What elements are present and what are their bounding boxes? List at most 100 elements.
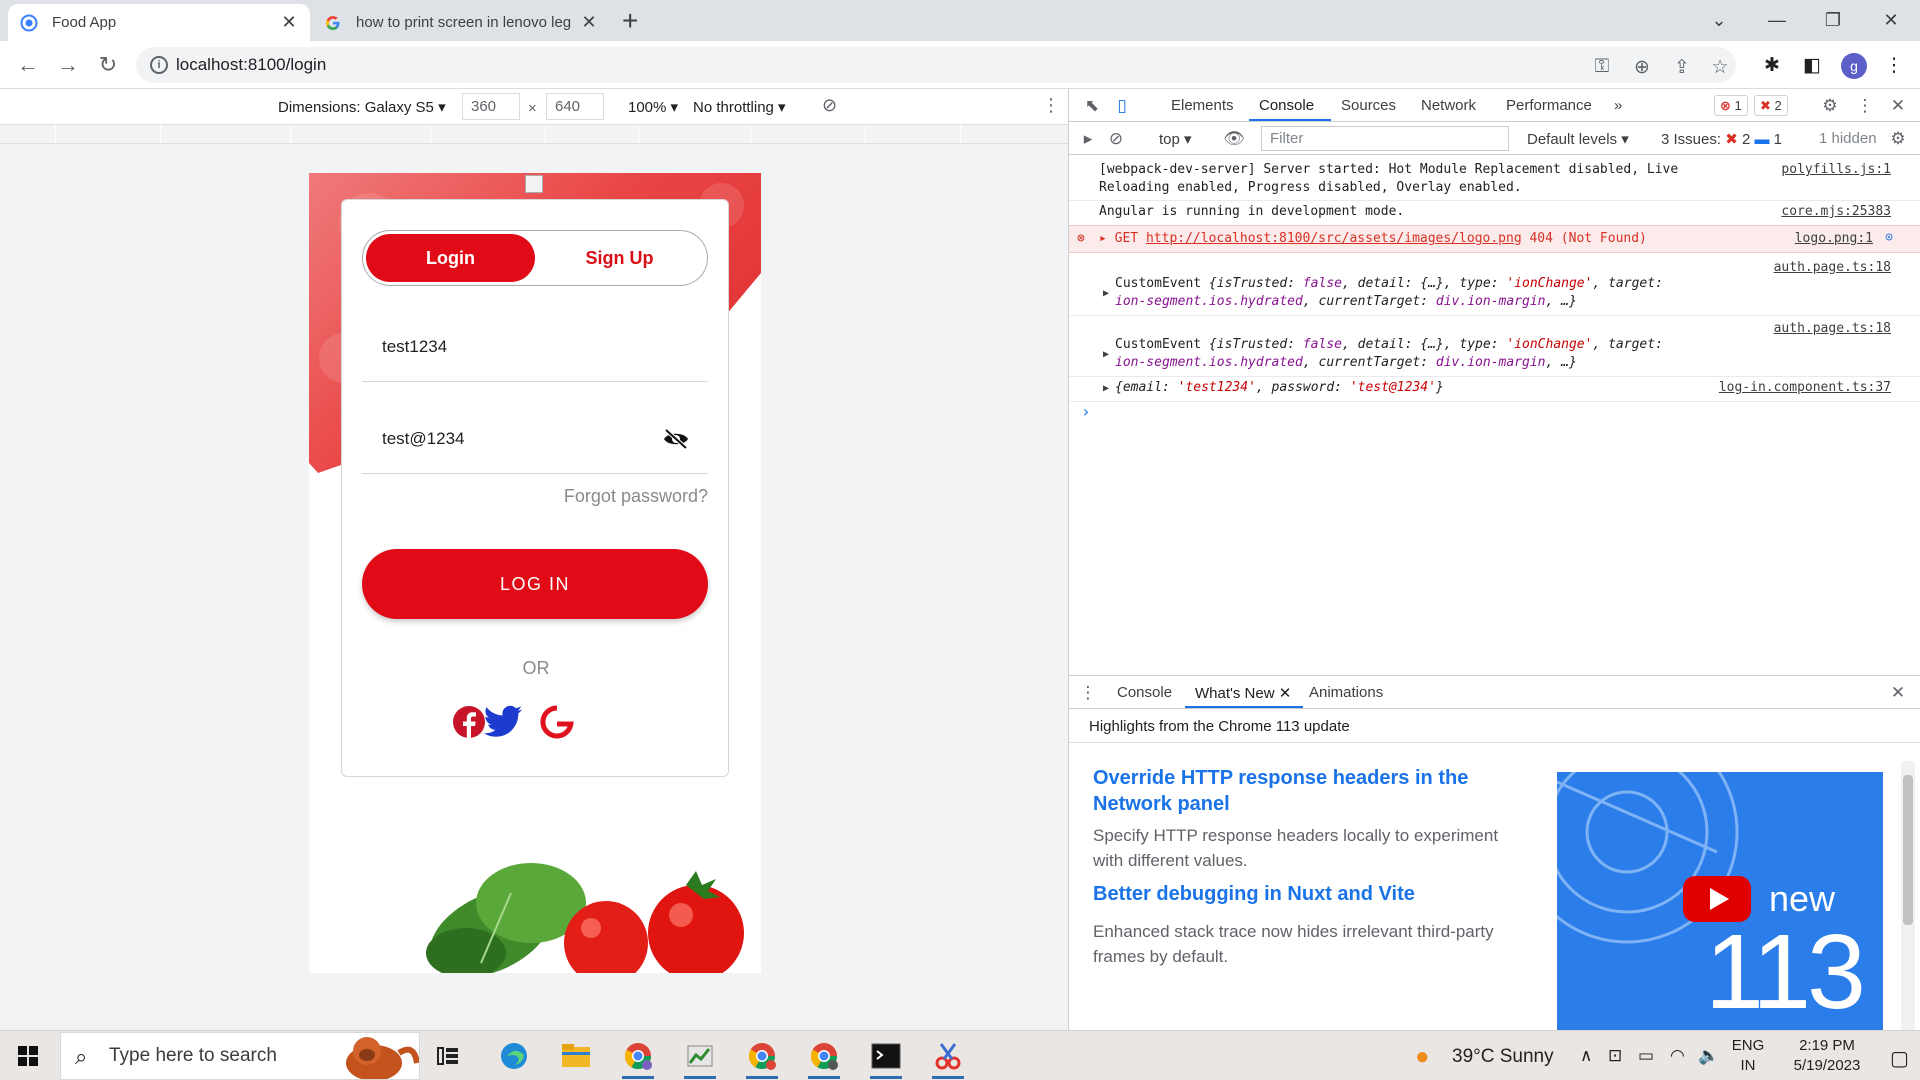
drawer-menu-icon[interactable]: ⋮ — [1077, 682, 1099, 704]
meet-now-icon[interactable]: ⊡ — [1608, 1046, 1622, 1066]
console-source-link[interactable]: polyfills.js:1 — [1781, 162, 1891, 177]
sidebar-toggle-icon[interactable]: ▸ — [1077, 128, 1099, 150]
console-source-link[interactable]: auth.page.ts:18 — [1774, 321, 1891, 336]
browser-menu-icon[interactable]: ⋮ — [1880, 51, 1908, 79]
terminal-icon[interactable] — [866, 1039, 906, 1079]
battery-icon[interactable]: ▭ — [1638, 1046, 1654, 1066]
console-source-link[interactable]: auth.page.ts:18 — [1774, 260, 1891, 275]
close-tab-icon[interactable]: ✕ — [580, 12, 598, 33]
minimize-icon[interactable]: — — [1754, 2, 1800, 38]
device-width-input[interactable]: 360 — [462, 93, 520, 120]
notifications-icon[interactable]: ▢ — [1890, 1046, 1909, 1071]
tab-search-chevron-icon[interactable]: ⌄ — [1696, 2, 1742, 38]
network-request-icon[interactable]: ⊙ — [1885, 230, 1893, 245]
console-source-link[interactable]: log-in.component.ts:37 — [1719, 380, 1891, 395]
issues-button[interactable]: 3 Issues: ✖ 2 ▬ 1 — [1661, 130, 1782, 148]
clock-date[interactable]: 5/19/2023 — [1782, 1057, 1872, 1074]
close-window-icon[interactable]: ✕ — [1868, 2, 1914, 38]
extensions-icon[interactable]: ✱ — [1758, 51, 1786, 79]
chrome-alt-profile-icon[interactable] — [804, 1039, 844, 1079]
side-panel-icon[interactable]: ◧ — [1798, 51, 1826, 79]
app-with-chart-icon[interactable] — [680, 1039, 720, 1079]
tab-sources[interactable]: Sources — [1341, 97, 1396, 114]
throttling-select[interactable]: No throttling ▾ — [693, 98, 786, 116]
taskbar-search-box[interactable]: ⌕ Type here to search — [60, 1032, 420, 1080]
expand-triangle-icon[interactable]: ▶ — [1103, 383, 1109, 394]
device-toggle-icon[interactable]: ▯ — [1111, 95, 1133, 117]
console-error-row[interactable]: ⊗ ▸ GET http://localhost:8100/src/assets… — [1069, 225, 1920, 253]
username-field[interactable]: test1234 — [362, 312, 708, 382]
snipping-tool-icon[interactable] — [928, 1039, 968, 1079]
forward-icon[interactable]: → — [52, 49, 84, 81]
clear-console-icon[interactable]: ⊘ — [1105, 128, 1127, 150]
close-tab-icon[interactable]: ✕ — [280, 12, 298, 33]
console-line[interactable]: CustomEvent {isTrusted: false, detail: {… — [1115, 336, 1663, 354]
log-in-button[interactable]: LOG IN — [362, 549, 708, 619]
context-select[interactable]: top ▾ — [1159, 130, 1192, 148]
auth-segment[interactable]: Login Sign Up — [362, 230, 708, 286]
console-source-link[interactable]: logo.png:1 — [1795, 231, 1873, 246]
site-info-icon[interactable]: i — [150, 56, 168, 74]
expand-triangle-icon[interactable]: ▶ — [1103, 288, 1109, 299]
facebook-icon[interactable] — [452, 705, 486, 739]
chrome-profile-icon[interactable] — [618, 1039, 658, 1079]
console-settings-icon[interactable]: ⚙ — [1887, 128, 1909, 150]
tab-elements[interactable]: Elements — [1171, 97, 1234, 114]
new-tab-button[interactable]: + — [622, 6, 638, 36]
tab-search[interactable]: how to print screen in lenovo leg ✕ — [312, 4, 610, 41]
back-icon[interactable]: ← — [12, 49, 44, 81]
forgot-password-link[interactable]: Forgot password? — [564, 486, 708, 507]
zoom-icon[interactable]: ⊕ — [1630, 55, 1654, 79]
segment-login[interactable]: Login — [366, 234, 535, 282]
issue-count-badge[interactable]: ✖ 2 — [1754, 95, 1788, 116]
chrome-113-video-thumbnail[interactable]: new 113 — [1557, 772, 1883, 1032]
bookmark-star-icon[interactable]: ☆ — [1708, 55, 1732, 79]
expand-triangle-icon[interactable]: ▶ — [1103, 349, 1109, 360]
tab-food-app[interactable]: Food App ✕ — [8, 4, 310, 41]
edge-icon[interactable] — [494, 1039, 534, 1073]
console-line[interactable]: CustomEvent {isTrusted: false, detail: {… — [1115, 275, 1663, 293]
console-line[interactable]: {email: 'test1234', password: 'test@1234… — [1115, 379, 1444, 397]
console-filter-input[interactable]: Filter — [1261, 126, 1509, 151]
zoom-select[interactable]: 100% ▾ — [628, 98, 678, 116]
device-dimensions-select[interactable]: Dimensions: Galaxy S5 ▾ — [278, 98, 446, 116]
more-tabs-icon[interactable]: » — [1614, 97, 1622, 114]
language-top[interactable]: ENG — [1730, 1037, 1766, 1054]
tab-network[interactable]: Network — [1421, 97, 1476, 114]
google-icon[interactable] — [540, 705, 574, 739]
chrome-icon[interactable] — [742, 1039, 782, 1079]
error-count-badge[interactable]: ⊗ 1 — [1714, 95, 1748, 116]
rotate-icon[interactable]: ⊘ — [822, 95, 837, 116]
profile-avatar[interactable]: g — [1841, 53, 1867, 79]
show-hidden-icons-icon[interactable]: ∧ — [1580, 1046, 1592, 1066]
tab-console[interactable]: Console — [1259, 97, 1314, 114]
wifi-icon[interactable]: ◠ — [1670, 1046, 1685, 1066]
address-bar[interactable]: i localhost:8100/login ⚿ ⊕ ⇪ ☆ — [136, 47, 1736, 83]
close-devtools-icon[interactable]: ✕ — [1887, 95, 1909, 117]
drawer-tab-whats-new[interactable]: What's New ✕ — [1195, 684, 1291, 702]
windows-start-icon[interactable] — [18, 1046, 38, 1066]
twitter-icon[interactable] — [484, 705, 524, 739]
weather-text[interactable]: 39°C Sunny — [1452, 1046, 1554, 1068]
console-prompt[interactable]: › — [1081, 403, 1091, 421]
device-more-icon[interactable]: ⋮ — [1042, 95, 1060, 116]
reload-icon[interactable]: ↻ — [92, 49, 124, 81]
error-url-link[interactable]: http://localhost:8100/src/assets/images/… — [1146, 231, 1522, 246]
volume-icon[interactable]: 🔈 — [1698, 1046, 1719, 1066]
tab-performance[interactable]: Performance — [1506, 97, 1592, 114]
segment-signup[interactable]: Sign Up — [535, 234, 704, 282]
live-expression-eye-icon[interactable]: 👁 — [1223, 128, 1245, 150]
drawer-tab-animations[interactable]: Animations — [1309, 684, 1383, 701]
devtools-settings-icon[interactable]: ⚙ — [1819, 95, 1841, 117]
file-explorer-icon[interactable] — [556, 1039, 596, 1073]
close-drawer-icon[interactable]: ✕ — [1887, 682, 1909, 704]
password-field[interactable]: test@1234 — [362, 404, 708, 474]
task-view-icon[interactable] — [428, 1039, 468, 1073]
eye-off-icon[interactable] — [662, 428, 690, 450]
inspect-element-icon[interactable]: ⬉ — [1081, 95, 1103, 117]
device-height-input[interactable]: 640 — [546, 93, 604, 120]
clock-time[interactable]: 2:19 PM — [1782, 1037, 1872, 1054]
close-drawer-tab-icon[interactable]: ✕ — [1279, 685, 1292, 702]
drawer-scrollbar[interactable] — [1901, 761, 1915, 1031]
console-source-link[interactable]: core.mjs:25383 — [1781, 204, 1891, 219]
